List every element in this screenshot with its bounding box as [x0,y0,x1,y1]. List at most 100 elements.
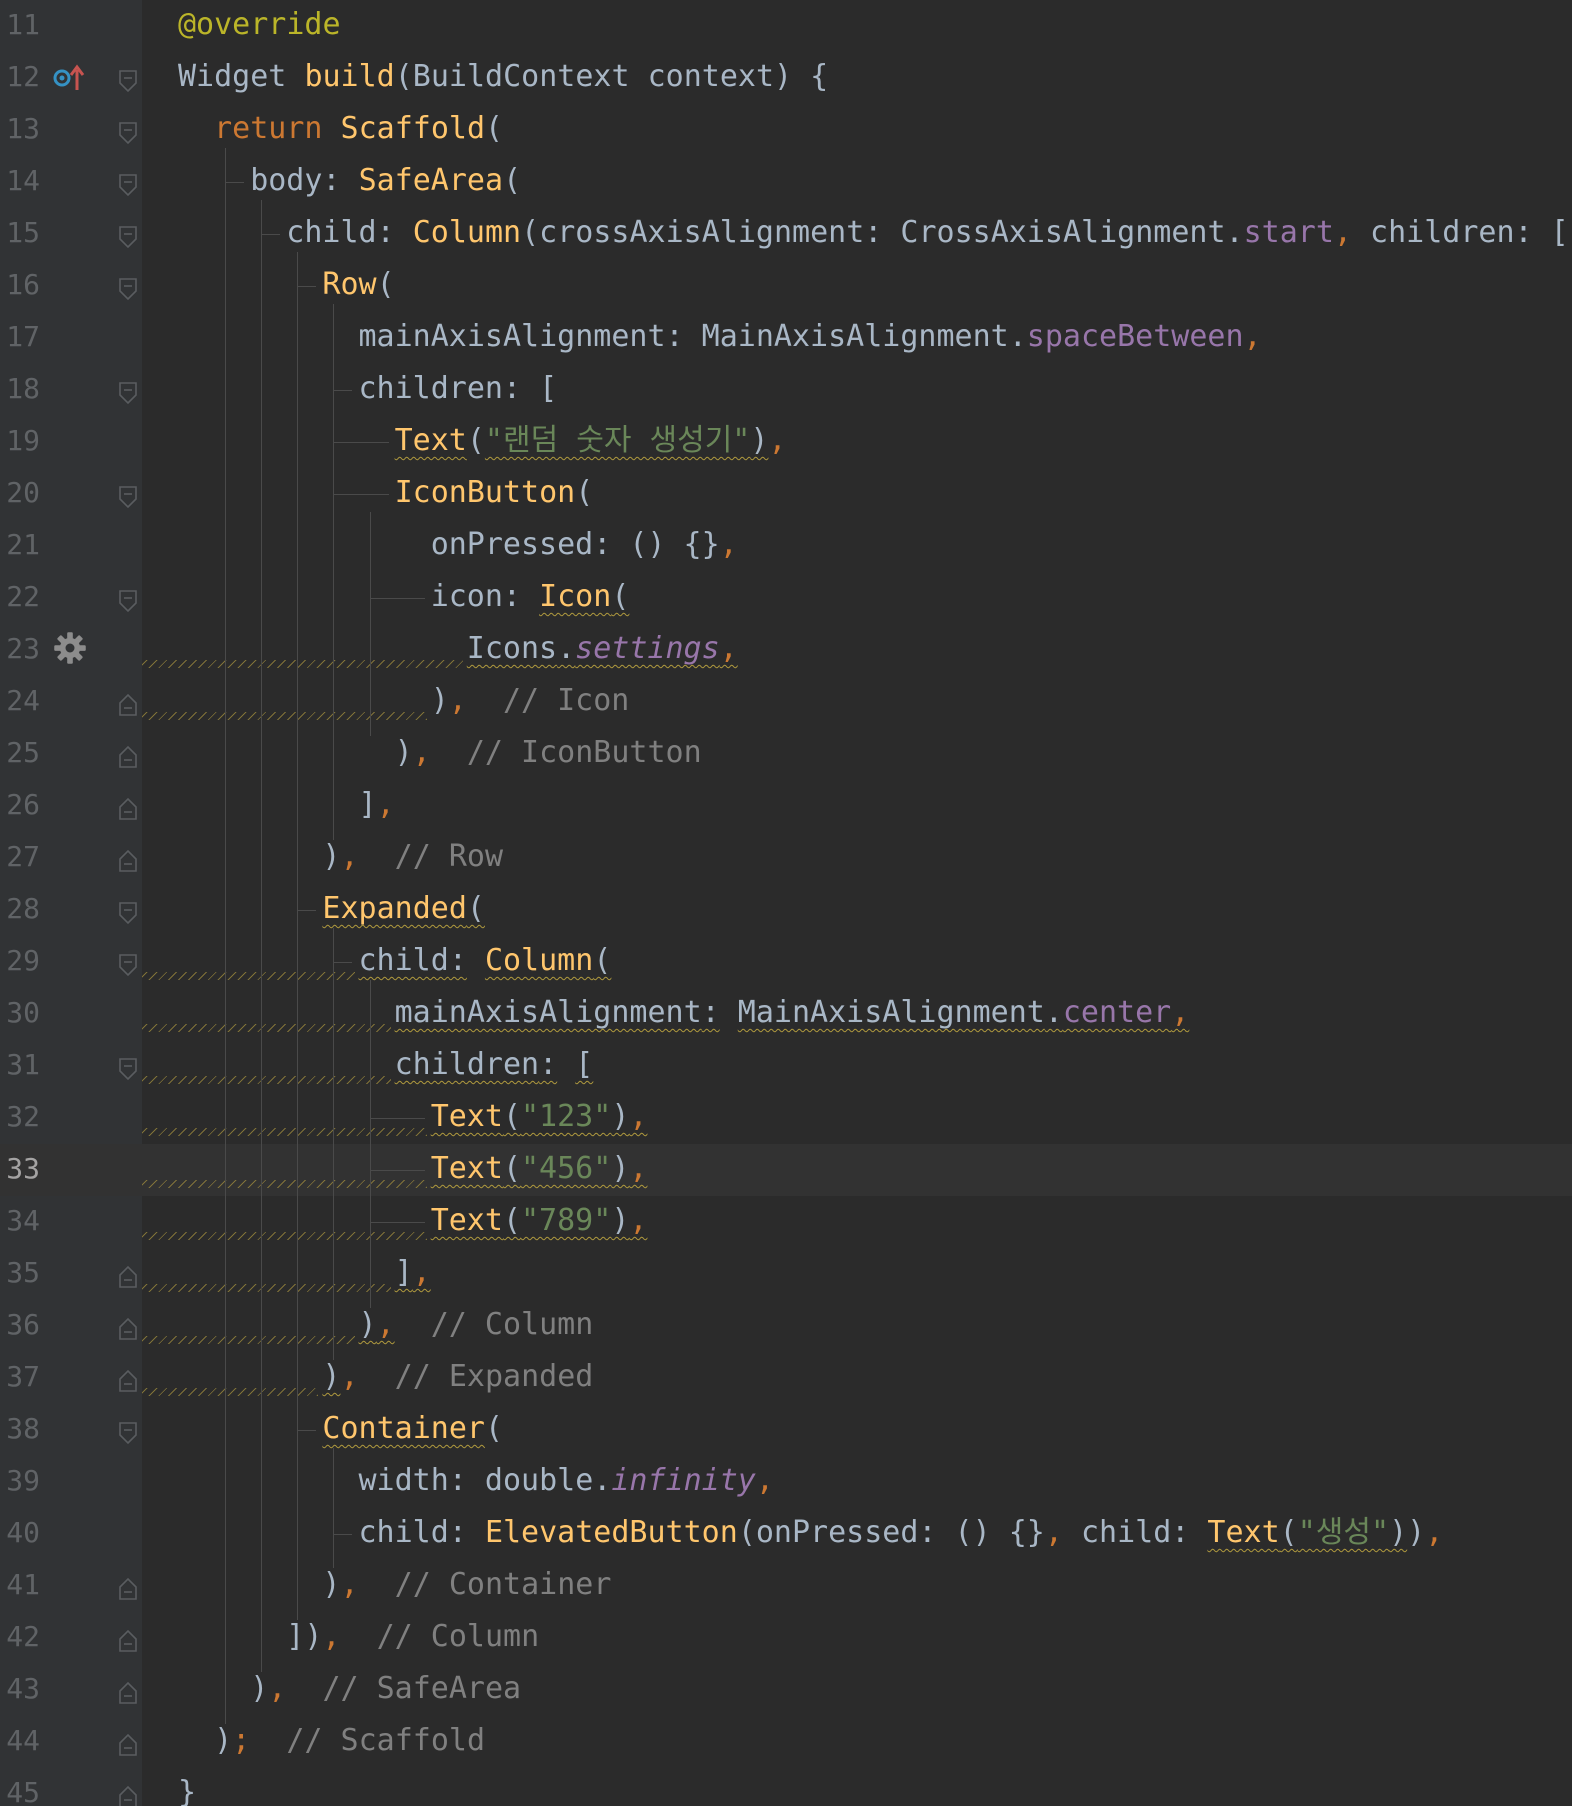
code-text[interactable]: ), // SafeArea [250,1671,521,1707]
code-line[interactable]: 32 Text("123"), [0,1092,1572,1144]
line-number[interactable]: 21 [0,528,40,561]
fold-open-icon[interactable] [118,170,138,197]
code-line[interactable]: 29 child: Column( [0,936,1572,988]
code-text[interactable]: children: [ [395,1047,594,1083]
code-text[interactable]: ); // Scaffold [214,1723,485,1759]
line-number[interactable]: 28 [0,892,40,925]
code-text[interactable]: ]), // Column [286,1619,539,1655]
line-number[interactable]: 14 [0,164,40,197]
code-line[interactable]: 27), // Row [0,832,1572,884]
fold-open-icon[interactable] [118,482,138,509]
code-line[interactable]: 25 ), // IconButton [0,728,1572,780]
code-line[interactable]: 44 ); // Scaffold [0,1716,1572,1768]
fold-close-icon[interactable] [118,1782,138,1806]
fold-open-icon[interactable] [118,1054,138,1081]
line-number[interactable]: 25 [0,736,40,769]
code-text[interactable]: IconButton( [395,475,594,511]
code-text[interactable]: onPressed: () {}, [431,527,738,563]
code-text[interactable]: return Scaffold( [214,111,503,147]
fold-close-icon[interactable] [118,1730,138,1756]
fold-close-icon[interactable] [118,1626,138,1652]
code-text[interactable]: Text("456"), [431,1151,648,1187]
code-line[interactable]: 35], [0,1248,1572,1300]
code-text[interactable]: mainAxisAlignment: MainAxisAlignment.cen… [395,995,1190,1031]
code-text[interactable]: ], [395,1255,431,1291]
fold-close-icon[interactable] [118,690,138,716]
line-number[interactable]: 30 [0,996,40,1029]
line-number[interactable]: 16 [0,268,40,301]
line-number[interactable]: 36 [0,1308,40,1341]
code-text[interactable]: ], [359,787,395,823]
line-number[interactable]: 31 [0,1048,40,1081]
code-editor[interactable]: 11 @override 12 Widget build(BuildContext c… [0,0,1572,1806]
fold-open-icon[interactable] [118,274,138,301]
line-number[interactable]: 38 [0,1412,40,1445]
line-number[interactable]: 45 [0,1776,40,1806]
code-line[interactable]: 39 width: double.infinity, [0,1456,1572,1508]
fold-close-icon[interactable] [118,1262,138,1288]
line-number[interactable]: 29 [0,944,40,977]
line-number[interactable]: 44 [0,1724,40,1757]
code-line[interactable]: 17 mainAxisAlignment: MainAxisAlignment.s… [0,312,1572,364]
line-number[interactable]: 26 [0,788,40,821]
code-text[interactable]: body: SafeArea( [250,163,521,199]
fold-open-icon[interactable] [118,586,138,613]
code-line[interactable]: 11 @override [0,0,1572,52]
fold-close-icon[interactable] [118,742,138,768]
fold-close-icon[interactable] [118,1574,138,1600]
line-number[interactable]: 42 [0,1620,40,1653]
code-text[interactable]: Row( [322,267,394,303]
code-text[interactable]: ), // Container [322,1567,611,1603]
code-line[interactable]: 41 ), // Container [0,1560,1572,1612]
code-text[interactable]: children: [ [359,371,558,407]
code-line[interactable]: 20 IconButton( [0,468,1572,520]
fold-open-icon[interactable] [118,1418,138,1445]
code-text[interactable]: Text("123"), [431,1099,648,1135]
code-text[interactable]: ), // Expanded [322,1359,593,1395]
code-text[interactable]: Container( [322,1411,503,1447]
line-number[interactable]: 24 [0,684,40,717]
line-number[interactable]: 41 [0,1568,40,1601]
line-number[interactable]: 32 [0,1100,40,1133]
code-line[interactable]: 28 Expanded( [0,884,1572,936]
fold-open-icon[interactable] [118,66,138,93]
code-line[interactable]: 45} [0,1768,1572,1806]
line-number[interactable]: 40 [0,1516,40,1549]
line-number[interactable]: 11 [0,8,40,41]
line-number[interactable]: 12 [0,60,40,93]
code-text[interactable]: Widget build(BuildContext context) { [178,59,828,95]
code-text[interactable]: } [178,1775,196,1806]
code-line[interactable]: 24), // Icon [0,676,1572,728]
fold-open-icon[interactable] [118,950,138,977]
code-text[interactable]: icon: Icon( [431,579,630,615]
code-text[interactable]: Expanded( [322,891,485,927]
code-text[interactable]: Text("789"), [431,1203,648,1239]
code-text[interactable]: child: Column( [359,943,612,979]
line-number[interactable]: 33 [0,1152,40,1185]
code-line[interactable]: 33 Text("456"), [0,1144,1572,1196]
code-line[interactable]: 30 mainAxisAlignment: MainAxisAlignment.c… [0,988,1572,1040]
code-text[interactable]: child: Column(crossAxisAlignment: CrossA… [286,215,1568,251]
code-line[interactable]: 37), // Expanded [0,1352,1572,1404]
line-number[interactable]: 35 [0,1256,40,1289]
line-number[interactable]: 34 [0,1204,40,1237]
code-text[interactable]: ), // Column [359,1307,594,1343]
line-number[interactable]: 17 [0,320,40,353]
fold-close-icon[interactable] [118,1366,138,1392]
fold-close-icon[interactable] [118,1678,138,1704]
code-line[interactable]: 43 ), // SafeArea [0,1664,1572,1716]
code-line[interactable]: 40 child: ElevatedButton(onPressed: () {}… [0,1508,1572,1560]
code-line[interactable]: 34 Text("789"), [0,1196,1572,1248]
override-method-icon[interactable] [52,62,88,94]
code-line[interactable]: 22 icon: Icon( [0,572,1572,624]
line-number[interactable]: 18 [0,372,40,405]
line-number[interactable]: 23 [0,632,40,665]
fold-open-icon[interactable] [118,222,138,249]
settings-icon[interactable] [52,630,88,664]
line-number[interactable]: 43 [0,1672,40,1705]
line-number[interactable]: 15 [0,216,40,249]
line-number[interactable]: 20 [0,476,40,509]
code-text[interactable]: width: double.infinity, [359,1463,774,1499]
code-text[interactable]: ), // IconButton [395,735,702,771]
fold-close-icon[interactable] [118,846,138,872]
